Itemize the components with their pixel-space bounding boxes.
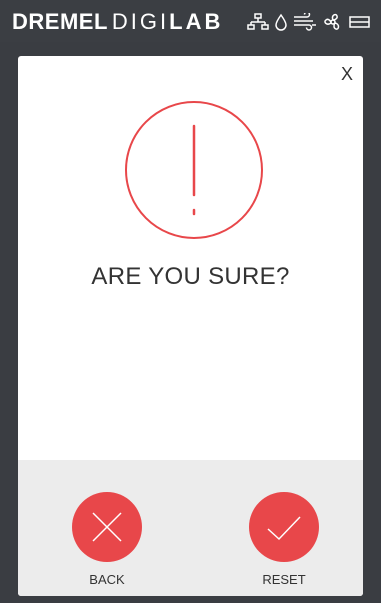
brand-logo-part1: DREMEL	[12, 9, 108, 34]
airflow-icon	[294, 13, 316, 31]
reset-label: RESET	[262, 572, 306, 587]
filament-drop-icon	[275, 13, 287, 31]
top-bar: DREMEL DIGI LAB	[0, 0, 381, 42]
reset-button[interactable]	[249, 492, 319, 562]
confirm-question: ARE YOU SURE?	[91, 263, 290, 290]
brand-logo: DREMEL DIGI LAB	[12, 9, 223, 35]
brand-logo-part2: DIGI	[111, 9, 170, 34]
back-action: BACK	[62, 492, 152, 587]
reset-action: RESET	[239, 492, 329, 587]
back-label: BACK	[89, 572, 125, 587]
confirm-dialog: X ARE YOU SURE? BACK RESET	[18, 56, 363, 596]
back-button[interactable]	[72, 492, 142, 562]
close-x-icon	[92, 512, 122, 542]
checkmark-icon	[267, 516, 301, 541]
battery-icon	[349, 16, 370, 28]
brand-logo-part3: LAB	[169, 9, 224, 34]
fan-icon	[324, 13, 340, 30]
network-icon	[247, 13, 269, 30]
status-icons	[247, 12, 371, 32]
close-button[interactable]: X	[337, 64, 357, 84]
dialog-actions: BACK RESET	[18, 460, 363, 596]
warning-icon	[125, 101, 263, 239]
